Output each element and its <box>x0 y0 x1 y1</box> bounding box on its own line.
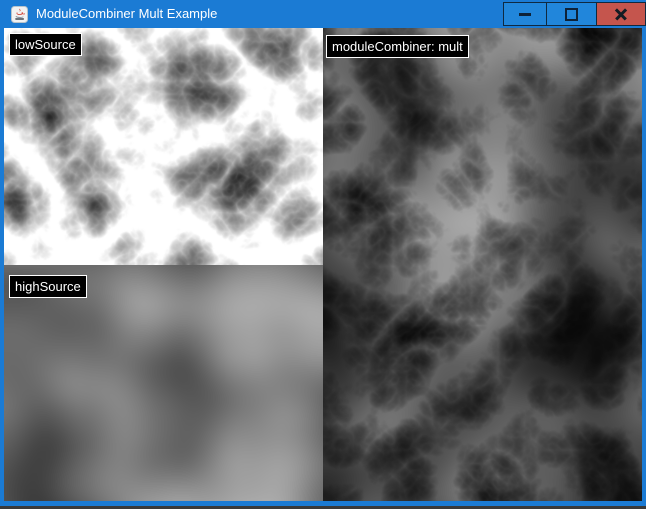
high-source-label: highSource <box>9 275 87 298</box>
maximize-button[interactable] <box>546 2 597 26</box>
low-source-noise-canvas <box>4 28 323 265</box>
window-controls <box>503 2 646 26</box>
app-window: ModuleCombiner Mult Example lowSource hi… <box>0 0 646 506</box>
mult-result-noise-canvas <box>323 28 642 501</box>
minimize-dash-icon <box>519 13 531 16</box>
content-area: lowSource highSource moduleCombiner: mul… <box>4 28 642 501</box>
java-coffee-cup-icon <box>11 6 28 23</box>
close-x-icon <box>614 7 628 21</box>
mult-result-label: moduleCombiner: mult <box>326 35 469 58</box>
low-source-label: lowSource <box>9 33 82 56</box>
minimize-button[interactable] <box>503 2 546 26</box>
close-button[interactable] <box>597 2 646 26</box>
window-title: ModuleCombiner Mult Example <box>36 0 217 28</box>
maximize-square-icon <box>565 8 578 21</box>
titlebar[interactable]: ModuleCombiner Mult Example <box>0 0 646 28</box>
high-source-noise-canvas <box>4 265 323 501</box>
